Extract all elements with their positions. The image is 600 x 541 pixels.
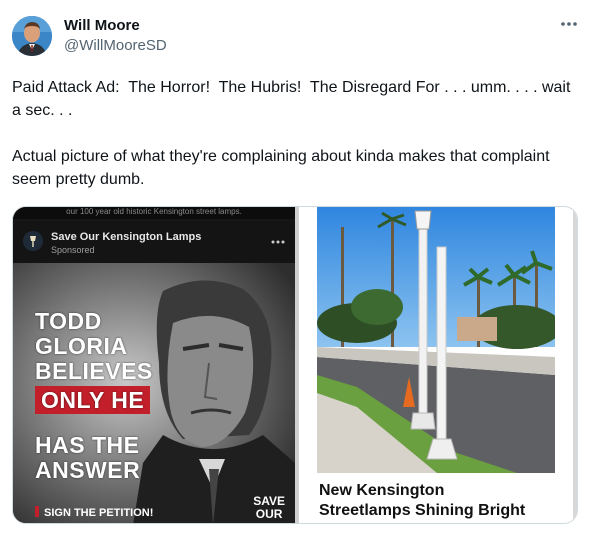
ad-image: TODD GLORIA BELIEVES ONLY HE HAS THE ANS…	[13, 263, 295, 523]
ad-screenshot[interactable]: our 100 year old historic Kensington str…	[13, 207, 295, 523]
ad-header: Save Our Kensington Lamps Sponsored	[13, 221, 295, 263]
author-name[interactable]: Will Moore	[64, 16, 167, 36]
photo-panel-edge	[573, 207, 577, 523]
author-avatar[interactable]	[12, 16, 52, 56]
ad-more-icon	[271, 233, 285, 247]
streetlamp-illustration	[317, 207, 555, 473]
ad-top-banner: our 100 year old historic Kensington str…	[13, 207, 295, 219]
ad-closing-line-2: ANSWER	[35, 457, 141, 483]
tweet-media[interactable]: our 100 year old historic Kensington str…	[12, 206, 578, 524]
photo-caption-line-2: Streetlamps Shining Bright	[319, 502, 526, 519]
ad-headline-line-1: TODD	[35, 308, 102, 334]
author-handle[interactable]: @WillMooreSD	[64, 36, 167, 56]
ad-sponsored-label: Sponsored	[51, 245, 95, 255]
more-options-button[interactable]	[560, 14, 578, 32]
ad-headline-line-2: GLORIA	[35, 333, 128, 359]
cta-marker-icon	[35, 506, 39, 517]
more-horizontal-icon	[561, 22, 577, 26]
ad-brand-mark: SAVE OUR	[253, 495, 285, 521]
lamp-logo-icon	[23, 231, 43, 251]
streetlamp-photo	[317, 207, 555, 473]
ad-highlight-line: ONLY HE	[35, 386, 151, 414]
tweet-text: Paid Attack Ad: The Horror! The Hubris! …	[12, 79, 571, 188]
ad-closing-line-1: HAS THE	[35, 432, 140, 458]
author-block: Will Moore @WillMooreSD	[64, 16, 167, 56]
ad-page-name: Save Our Kensington Lamps	[51, 231, 202, 243]
photo-caption-line-1: New Kensington	[319, 482, 445, 499]
ad-cta-label: SIGN THE PETITION!	[44, 507, 154, 519]
ad-brand-line-2: OUR	[255, 507, 283, 521]
photo-caption: New Kensington Streetlamps Shining Brigh…	[319, 481, 569, 521]
ad-cta: SIGN THE PETITION!	[35, 506, 153, 519]
avatar-photo	[12, 16, 52, 56]
streetlamp-photo-panel[interactable]: New Kensington Streetlamps Shining Brigh…	[299, 207, 577, 523]
ad-headline-line-3: BELIEVES	[35, 358, 153, 384]
tweet-card: Will Moore @WillMooreSD Paid Attack Ad: …	[0, 0, 600, 541]
